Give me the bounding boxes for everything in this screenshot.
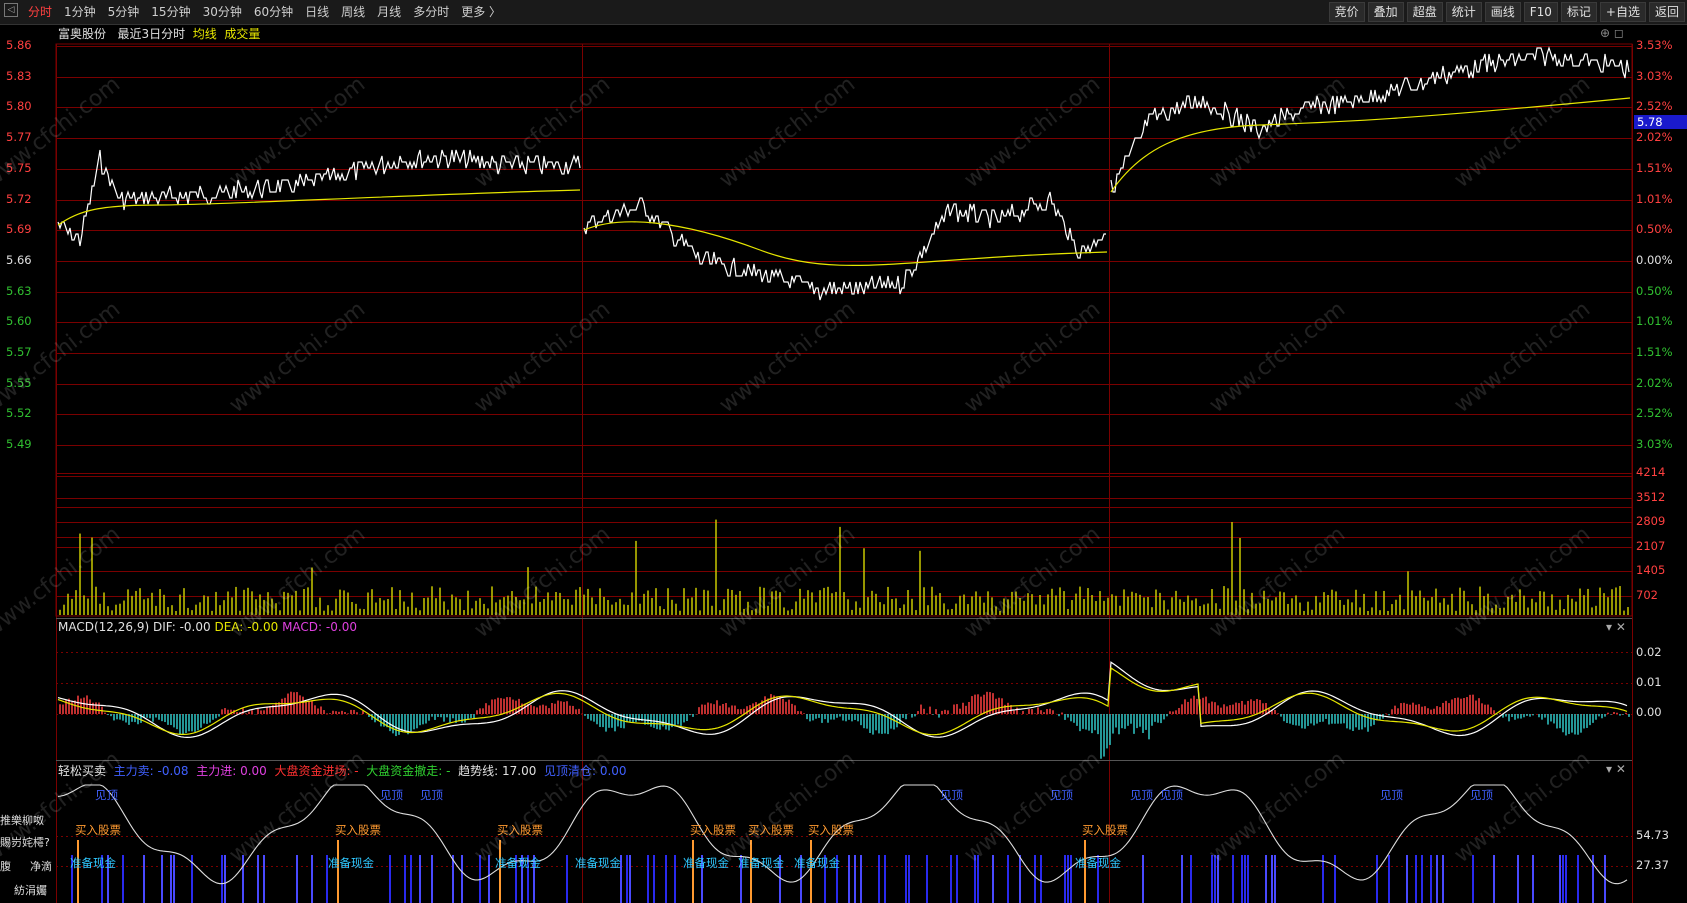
buy-signal-label: 买入股票 (497, 823, 543, 837)
easy-tick: 27.37 (1636, 858, 1669, 872)
price-tick: 5.69 (6, 222, 32, 237)
pct-tick: 2.02% (1636, 375, 1673, 390)
top-signal-label: 见顶 (95, 788, 118, 802)
buy-signal-label: 买入股票 (1082, 823, 1128, 837)
macd-value: -0.00 (325, 620, 357, 634)
dea-value: -0.00 (247, 620, 279, 634)
top-clear: 见顶清仓: 0.00 (543, 764, 627, 778)
cash-signal-label: 准备现金 (738, 856, 784, 870)
cash-signal-label: 准备现金 (70, 856, 116, 870)
price-tick: 5.49 (6, 437, 32, 452)
left-cut-label: 净滴 (30, 860, 52, 873)
volume-tick: 3512 (1636, 489, 1666, 504)
avg-line-day2 (583, 221, 1108, 266)
easy-title: 轻松买卖 (58, 764, 107, 778)
pct-tick: 2.02% (1636, 130, 1673, 145)
price-line-day1 (57, 149, 581, 247)
price-tick: 5.57 (6, 345, 32, 359)
top-signal-label: 见顶 (420, 788, 443, 802)
market-in: 大盘资金进场: - (274, 764, 359, 778)
volume-tick: 2107 (1636, 538, 1666, 553)
volume-tick: 4214 (1636, 465, 1666, 479)
left-cut-label: 腹 (0, 860, 11, 873)
pct-tick: 2.52% (1636, 99, 1673, 114)
cash-signal-label: 准备现金 (683, 856, 729, 870)
easy-controls: ▾ ✕ (1606, 762, 1626, 776)
price-tick: 5.52 (6, 406, 32, 421)
pct-tick: 1.51% (1636, 160, 1673, 175)
buy-signal-label: 买入股票 (748, 823, 794, 837)
price-tick: 5.55 (6, 375, 32, 390)
main-sell: 主力卖: -0.08 (113, 764, 189, 778)
pct-tick: 0.00% (1636, 252, 1673, 267)
price-tick: 5.66 (6, 252, 32, 267)
buy-signal-label: 买入股票 (75, 823, 121, 837)
dropdown-icon[interactable]: ▾ (1606, 620, 1612, 634)
buy-signal-label: 买入股票 (808, 823, 854, 837)
cash-signal-label: 准备现金 (328, 856, 374, 870)
volume-tick: 1405 (1636, 563, 1666, 577)
cash-signal-label: 准备现金 (1075, 856, 1121, 870)
macd-tick: 0.01 (1636, 675, 1662, 689)
top-signal-label: 见顶 (1160, 788, 1183, 802)
pct-tick: 0.50% (1636, 283, 1673, 298)
volume-tick: 702 (1636, 587, 1658, 602)
price-tick: 5.83 (6, 68, 32, 83)
top-signal-label: 见顶 (380, 788, 403, 802)
price-tick: 5.72 (6, 191, 32, 206)
pct-tick: 3.03% (1636, 437, 1673, 452)
price-tick: 5.80 (6, 99, 32, 114)
avg-line-day1 (57, 189, 581, 226)
top-signal-label: 见顶 (940, 788, 963, 802)
close-icon-2[interactable]: ✕ (1616, 762, 1626, 776)
dropdown-icon-2[interactable]: ▾ (1606, 762, 1612, 776)
price-tick: 5.86 (6, 38, 32, 52)
easy-tick: 54.73 (1636, 828, 1669, 842)
top-signal-label: 见顶 (1130, 788, 1153, 802)
volume-tick: 2809 (1636, 514, 1666, 528)
pct-tick: 3.03% (1636, 68, 1673, 83)
macd-controls: ▾ ✕ (1606, 620, 1626, 634)
main-buy: 主力进: 0.00 (196, 764, 267, 778)
price-line-day2 (583, 191, 1106, 301)
current-price-marker: 5.78 (1634, 115, 1687, 129)
top-signal-label: 见顶 (1470, 788, 1493, 802)
dif-label: DIF: (152, 620, 176, 634)
left-cut-label: 紡涓孎 (14, 884, 47, 897)
dif-value: -0.00 (179, 620, 211, 634)
price-tick: 5.63 (6, 283, 32, 298)
top-signal-label: 见顶 (1380, 788, 1403, 802)
macd-label: MACD: (282, 620, 323, 634)
pct-tick: 1.51% (1636, 345, 1673, 359)
buy-signal-label: 买入股票 (335, 823, 381, 837)
price-tick: 5.60 (6, 314, 32, 329)
price-tick: 5.77 (6, 130, 32, 145)
top-signal-label: 见顶 (1050, 788, 1073, 802)
left-cut-label: 推樂柳呶 (0, 814, 44, 827)
avg-line-day3 (1110, 97, 1631, 193)
pct-tick: 2.52% (1636, 406, 1673, 421)
price-tick: 5.75 (6, 160, 32, 175)
macd-header: MACD(12,26,9) DIF: -0.00 DEA: -0.00 MACD… (58, 620, 357, 634)
easy-header: 轻松买卖 主力卖: -0.08 主力进: 0.00 大盘资金进场: - 大盘资金… (58, 762, 627, 779)
macd-title: MACD(12,26,9) (58, 620, 150, 634)
pct-tick: 1.01% (1636, 314, 1673, 329)
buy-signal-label: 买入股票 (690, 823, 736, 837)
cash-signal-label: 准备现金 (575, 856, 621, 870)
pct-tick: 3.53% (1636, 38, 1673, 52)
pct-tick: 0.50% (1636, 222, 1673, 237)
left-cut-label: 賜岃姹樗? (0, 836, 50, 849)
main-frame (55, 43, 1633, 617)
close-icon[interactable]: ✕ (1616, 620, 1626, 634)
cash-signal-label: 准备现金 (794, 856, 840, 870)
market-out: 大盘资金撤走: - (366, 764, 451, 778)
macd-tick: 0.00 (1636, 705, 1662, 719)
pct-tick: 1.01% (1636, 191, 1673, 206)
trend-line: 趋势线: 17.00 (458, 764, 537, 778)
macd-tick: 0.02 (1636, 645, 1662, 659)
cash-signal-label: 准备现金 (495, 856, 541, 870)
dea-label: DEA: (214, 620, 244, 634)
